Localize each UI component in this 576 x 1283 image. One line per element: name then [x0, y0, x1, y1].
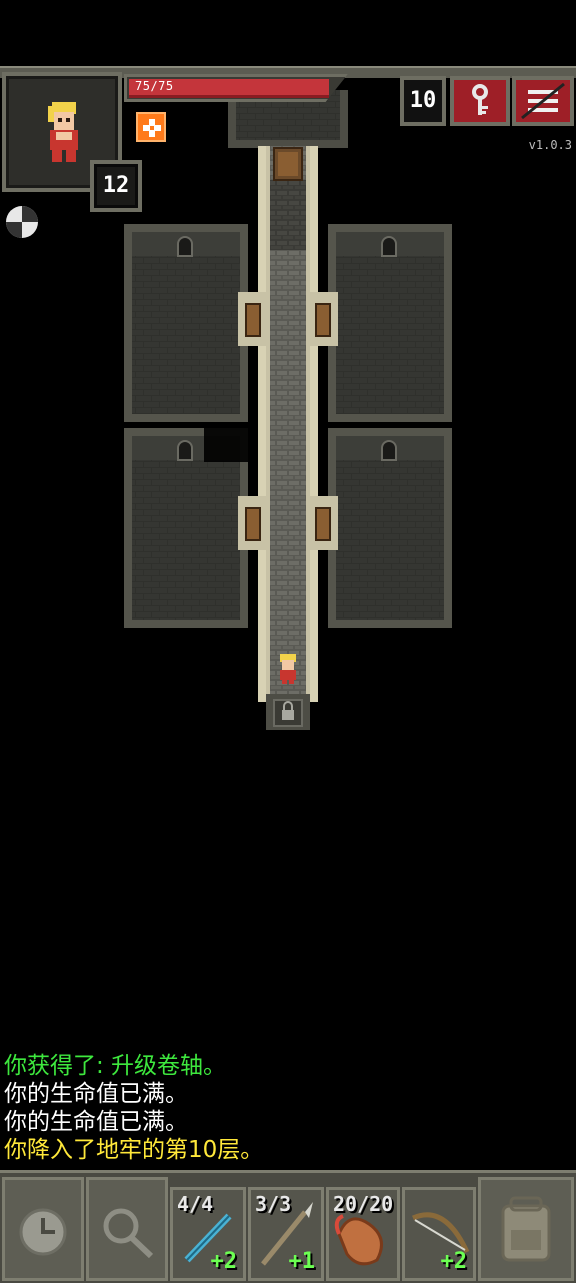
depth-indicator[interactable]: 10 — [400, 76, 446, 126]
quickslot-3[interactable]: 20/20 — [326, 1187, 400, 1281]
log-line: 你的生命值已满。 — [4, 1081, 188, 1107]
menu-icon — [521, 82, 565, 120]
hero-level-badge: 12 — [90, 160, 142, 212]
quickslot-2-level: +1 — [288, 1249, 316, 1274]
quickslot-1[interactable]: 4/4 +2 — [170, 1187, 246, 1281]
door-right-2[interactable] — [310, 496, 338, 550]
compass-icon[interactable] — [4, 204, 40, 240]
quickslot-2-count: 3/3 — [255, 1192, 292, 1216]
door-left-2[interactable] — [238, 496, 266, 550]
wait-button[interactable] — [2, 1177, 84, 1281]
hero-sprite[interactable] — [280, 654, 296, 684]
clock-icon — [19, 1208, 67, 1256]
door-top[interactable] — [273, 147, 303, 181]
version-label: v1.0.3 — [528, 138, 572, 152]
locked-door[interactable] — [266, 694, 310, 730]
inventory-button[interactable] — [478, 1177, 574, 1281]
log-line: 你降入了地牢的第10层。 — [4, 1137, 264, 1163]
iron-key-icon — [472, 84, 488, 115]
menu-button[interactable] — [512, 76, 574, 126]
key-button[interactable] — [450, 76, 510, 126]
hp-text: 75/75 — [135, 79, 174, 93]
log-line: 你的生命值已满。 — [4, 1109, 188, 1135]
quickslot-1-count: 4/4 — [177, 1192, 214, 1216]
door-right-1[interactable] — [310, 292, 338, 346]
quickslot-1-level: +2 — [210, 1249, 238, 1274]
quickslot-2[interactable]: 3/3 +1 — [248, 1187, 324, 1281]
room-bottom-right — [328, 428, 452, 628]
backpack-icon — [501, 1196, 551, 1262]
search-button[interactable] — [86, 1177, 168, 1281]
toolbar: 4/4 +2 3/3 +1 20/20 +2 — [0, 1170, 576, 1283]
corridor — [258, 146, 318, 702]
room-bottom-left — [124, 428, 248, 628]
room-top-left — [124, 224, 248, 422]
log-line: 你获得了: 升级卷轴。 — [4, 1053, 227, 1079]
hp-bar: 75/75 — [124, 74, 348, 102]
buff-icon[interactable] — [136, 112, 166, 142]
quickslot-3-count: 20/20 — [333, 1192, 394, 1216]
room-top-right — [328, 224, 452, 422]
magnifier-icon — [103, 1208, 154, 1259]
quickslot-4[interactable]: +2 — [402, 1187, 476, 1281]
hero-portrait — [48, 102, 78, 162]
message-log: 你获得了: 升级卷轴。 你的生命值已满。 你的生命值已满。 你降入了地牢的第10… — [4, 1052, 574, 1164]
door-left-1[interactable] — [238, 292, 266, 346]
quickslot-4-level: +2 — [440, 1249, 468, 1274]
